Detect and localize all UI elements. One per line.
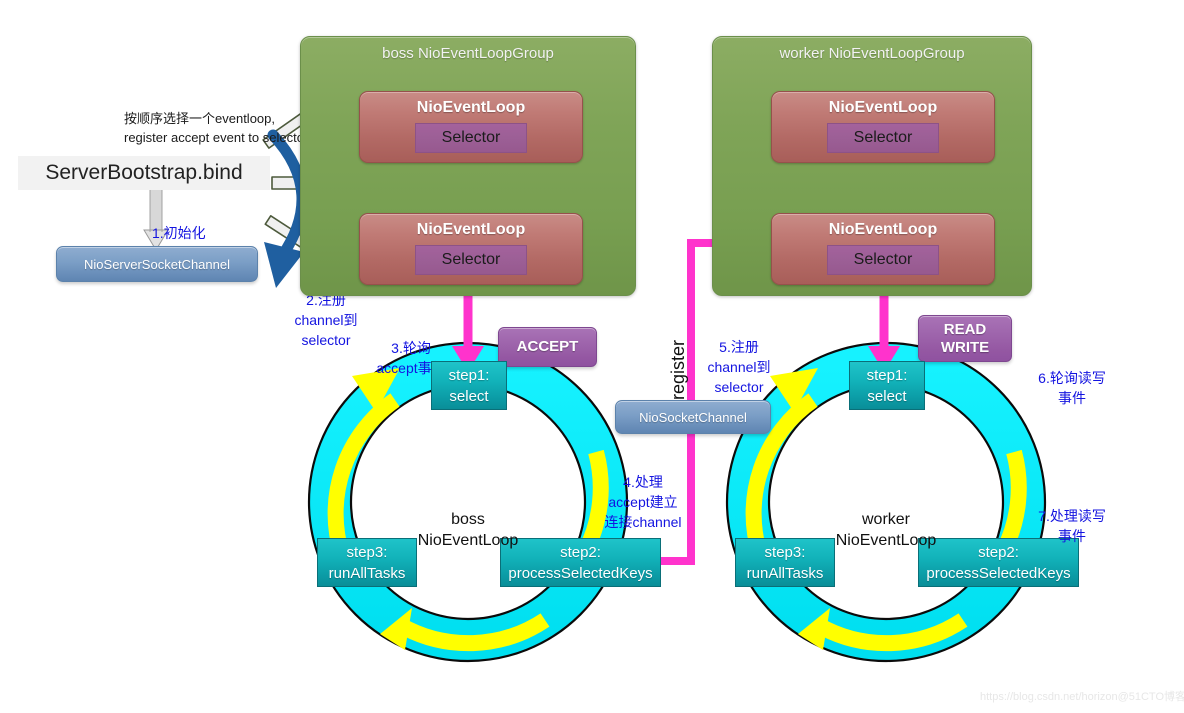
boss-event-loop-1[interactable]: NioEventLoop Selector bbox=[359, 91, 583, 163]
nio-server-socket-channel-box[interactable]: NioServerSocketChannel bbox=[56, 246, 258, 282]
boss-event-loop-2-selector[interactable]: Selector bbox=[415, 245, 527, 275]
eventloop-selection-note-text: 按顺序选择一个eventloop, register accept event … bbox=[124, 111, 309, 145]
boss-event-loop-2[interactable]: NioEventLoop Selector bbox=[359, 213, 583, 285]
write-event-badge-label: WRITE bbox=[940, 338, 990, 356]
worker-event-loop-1-selector[interactable]: Selector bbox=[827, 123, 939, 153]
worker-loop-center-text: worker NioEventLoop bbox=[835, 511, 937, 549]
worker-step1-select[interactable]: step1: select bbox=[849, 361, 925, 410]
worker-group-title: worker NioEventLoopGroup bbox=[779, 45, 965, 62]
worker-step1-select-label: step1: select bbox=[866, 366, 908, 405]
register-channel-note-text: 2.注册 channel到 selector bbox=[294, 292, 358, 348]
watermark: https://blog.csdn.net/horizon@51CTO博客 bbox=[980, 688, 1184, 704]
worker-event-loop-2[interactable]: NioEventLoop Selector bbox=[771, 213, 995, 285]
read-event-badge-label: READ bbox=[943, 320, 987, 338]
register-channel-to-selector-note: 5.注册 channel到 selector bbox=[696, 317, 782, 397]
watermark-text: https://blog.csdn.net/horizon@51CTO博客 bbox=[980, 691, 1184, 703]
boss-event-loop-1-selector[interactable]: Selector bbox=[415, 123, 527, 153]
nio-socket-channel-box[interactable]: NioSocketChannel bbox=[615, 400, 771, 434]
accept-event-badge-label: ACCEPT bbox=[516, 338, 579, 355]
boss-step1-select[interactable]: step1: select bbox=[431, 361, 507, 410]
poll-read-write-note: 6.轮询读写 事件 bbox=[1022, 348, 1122, 408]
worker-loop-center-label: worker NioEventLoop bbox=[806, 488, 966, 551]
server-bootstrap-bind-label: ServerBootstrap.bind bbox=[45, 161, 243, 184]
register-vertical-label-text: register bbox=[668, 339, 688, 400]
boss-event-loop-2-title: NioEventLoop bbox=[416, 221, 526, 238]
register-channel-to-selector-note-text: 5.注册 channel到 selector bbox=[707, 339, 771, 395]
server-bootstrap-bind-box[interactable]: ServerBootstrap.bind bbox=[18, 156, 270, 190]
worker-event-loop-1[interactable]: NioEventLoop Selector bbox=[771, 91, 995, 163]
process-read-write-note: 7.处理读写 事件 bbox=[1022, 486, 1122, 546]
boss-step1-select-label: step1: select bbox=[448, 366, 490, 405]
boss-group-title: boss NioEventLoopGroup bbox=[382, 45, 554, 62]
process-read-write-note-text: 7.处理读写 事件 bbox=[1038, 508, 1106, 544]
diagram-canvas: ServerBootstrap.bind 1.初始化 channel NioSe… bbox=[0, 0, 1184, 713]
register-vertical-label: register bbox=[668, 340, 689, 400]
boss-event-loop-1-title: NioEventLoop bbox=[416, 99, 526, 116]
blue-curved-arrow bbox=[264, 129, 308, 288]
boss-nio-event-loop-group[interactable]: boss NioEventLoopGroup NioEventLoop Sele… bbox=[300, 36, 636, 296]
worker-event-loop-1-title: NioEventLoop bbox=[828, 99, 938, 116]
process-accept-note-text: 4.处理 accept建立 连接channel bbox=[604, 474, 682, 530]
boss-loop-center-text: boss NioEventLoop bbox=[417, 511, 519, 549]
nio-server-socket-channel-label: NioServerSocketChannel bbox=[84, 256, 230, 272]
poll-read-write-note-text: 6.轮询读写 事件 bbox=[1038, 370, 1106, 406]
process-accept-note: 4.处理 accept建立 连接channel bbox=[596, 452, 690, 532]
read-write-event-badge[interactable]: READ WRITE bbox=[918, 315, 1012, 362]
boss-loop-center-label: boss NioEventLoop bbox=[388, 488, 548, 551]
worker-nio-event-loop-group[interactable]: worker NioEventLoopGroup NioEventLoop Se… bbox=[712, 36, 1032, 296]
worker-event-loop-2-title: NioEventLoop bbox=[828, 221, 938, 238]
worker-event-loop-2-selector[interactable]: Selector bbox=[827, 245, 939, 275]
nio-socket-channel-label: NioSocketChannel bbox=[639, 409, 747, 425]
accept-event-badge[interactable]: ACCEPT bbox=[498, 327, 597, 367]
